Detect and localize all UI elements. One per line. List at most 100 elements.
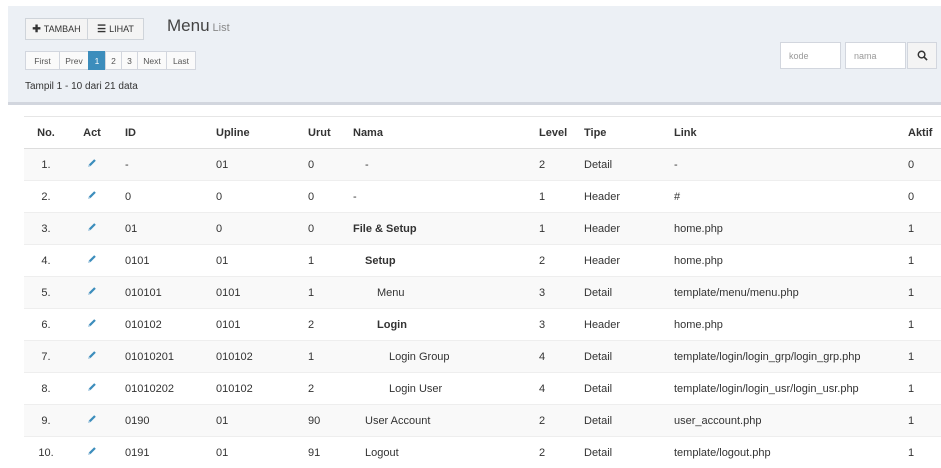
cell-link: template/logout.php: [665, 437, 899, 468]
cell-aktif-text: 0: [908, 191, 914, 203]
cell-nama: Login: [344, 309, 530, 341]
cell-upline-text: 0101: [216, 287, 240, 299]
cell-urut: 1: [299, 277, 344, 309]
cell-urut-text: 2: [308, 319, 314, 331]
cell-nama-text: -: [353, 159, 369, 171]
cell-urut: 0: [299, 213, 344, 245]
cell-urut: 90: [299, 405, 344, 437]
cell-level-text: 3: [539, 319, 545, 331]
cell-id-text: 01: [125, 223, 137, 235]
edit-button[interactable]: [68, 341, 116, 373]
edit-button[interactable]: [68, 181, 116, 213]
pencil-icon: [87, 382, 97, 392]
cell-urut-text: 0: [308, 191, 314, 203]
cell-aktif-text: 1: [908, 223, 914, 235]
page-prev[interactable]: Prev: [59, 51, 89, 70]
cell-tipe: Detail: [575, 437, 665, 468]
page-3[interactable]: 3: [121, 51, 138, 70]
cell-id-text: 010102: [125, 319, 162, 331]
cell-no: 8.: [24, 373, 68, 405]
cell-aktif-text: 1: [908, 255, 914, 267]
cell-id: 0190: [116, 405, 207, 437]
edit-button[interactable]: [68, 405, 116, 437]
cell-aktif: 1: [899, 405, 941, 437]
cell-link: template/login/login_grp/login_grp.php: [665, 341, 899, 373]
table-row: 6.01010201012Login3Headerhome.php1: [24, 309, 941, 341]
data-count-info: Tampil 1 - 10 dari 21 data: [25, 81, 138, 92]
cell-upline: 01: [207, 405, 299, 437]
cell-aktif-text: 1: [908, 383, 914, 395]
pencil-icon: [87, 222, 97, 232]
cell-urut-text: 0: [308, 159, 314, 171]
cell-tipe-text: Header: [584, 319, 620, 331]
edit-button[interactable]: [68, 245, 116, 277]
edit-button[interactable]: [68, 149, 116, 181]
cell-tipe: Detail: [575, 277, 665, 309]
page-first[interactable]: First: [25, 51, 60, 70]
view-button[interactable]: ☰ LIHAT: [87, 18, 144, 40]
cell-link: user_account.php: [665, 405, 899, 437]
cell-id: 010101: [116, 277, 207, 309]
cell-upline-text: 01: [216, 159, 228, 171]
cell-link: -: [665, 149, 899, 181]
cell-aktif-text: 0: [908, 159, 914, 171]
cell-tipe-text: Detail: [584, 287, 612, 299]
cell-level-text: 3: [539, 287, 545, 299]
page-next[interactable]: Next: [137, 51, 167, 70]
cell-no-text: 2.: [41, 191, 50, 203]
cell-urut: 1: [299, 245, 344, 277]
table-row: 4.0101011Setup2Headerhome.php1: [24, 245, 941, 277]
cell-level: 4: [530, 341, 575, 373]
edit-button[interactable]: [68, 373, 116, 405]
cell-upline: 010102: [207, 341, 299, 373]
cell-upline-text: 0: [216, 191, 222, 203]
cell-link: template/menu/menu.php: [665, 277, 899, 309]
cell-urut-text: 0: [308, 223, 314, 235]
cell-tipe: Detail: [575, 149, 665, 181]
cell-id-text: 01010202: [125, 383, 174, 395]
cell-nama-text: File & Setup: [353, 223, 417, 235]
pencil-icon: [87, 158, 97, 168]
cell-id: 01: [116, 213, 207, 245]
cell-link-text: #: [674, 191, 680, 203]
cell-urut-text: 1: [308, 255, 314, 267]
cell-aktif: 1: [899, 309, 941, 341]
cell-link-text: template/login/login_grp/login_grp.php: [674, 351, 861, 363]
cell-no: 9.: [24, 405, 68, 437]
pencil-icon: [87, 414, 97, 424]
edit-button[interactable]: [68, 277, 116, 309]
cell-no-text: 4.: [41, 255, 50, 267]
search-button[interactable]: [907, 42, 937, 69]
cell-tipe-text: Header: [584, 255, 620, 267]
cell-urut: 1: [299, 341, 344, 373]
page-2[interactable]: 2: [105, 51, 122, 70]
cell-upline: 01: [207, 149, 299, 181]
edit-button[interactable]: [68, 213, 116, 245]
cell-nama: Setup: [344, 245, 530, 277]
page-1[interactable]: 1: [88, 51, 106, 70]
cell-nama: File & Setup: [344, 213, 530, 245]
search-nama-input[interactable]: nama: [845, 42, 906, 69]
cell-id: 010102: [116, 309, 207, 341]
cell-upline: 010102: [207, 373, 299, 405]
cell-link-text: home.php: [674, 223, 723, 235]
cell-urut-text: 1: [308, 351, 314, 363]
cell-upline: 01: [207, 437, 299, 468]
cell-link-text: user_account.php: [674, 415, 761, 427]
cell-tipe-text: Detail: [584, 383, 612, 395]
cell-urut: 0: [299, 181, 344, 213]
search-kode-input[interactable]: kode: [780, 42, 841, 69]
edit-button[interactable]: [68, 437, 116, 468]
cell-link: home.php: [665, 245, 899, 277]
add-button[interactable]: ✚ TAMBAH: [25, 18, 88, 40]
edit-button[interactable]: [68, 309, 116, 341]
cell-nama: Menu: [344, 277, 530, 309]
cell-link-text: template/login/login_usr/login_usr.php: [674, 383, 859, 395]
cell-no: 4.: [24, 245, 68, 277]
cell-link: home.php: [665, 213, 899, 245]
page-last[interactable]: Last: [166, 51, 196, 70]
cell-link-text: -: [674, 159, 678, 171]
pagination: First Prev 1 2 3 Next Last: [25, 51, 196, 70]
cell-no: 3.: [24, 213, 68, 245]
cell-aktif: 1: [899, 341, 941, 373]
